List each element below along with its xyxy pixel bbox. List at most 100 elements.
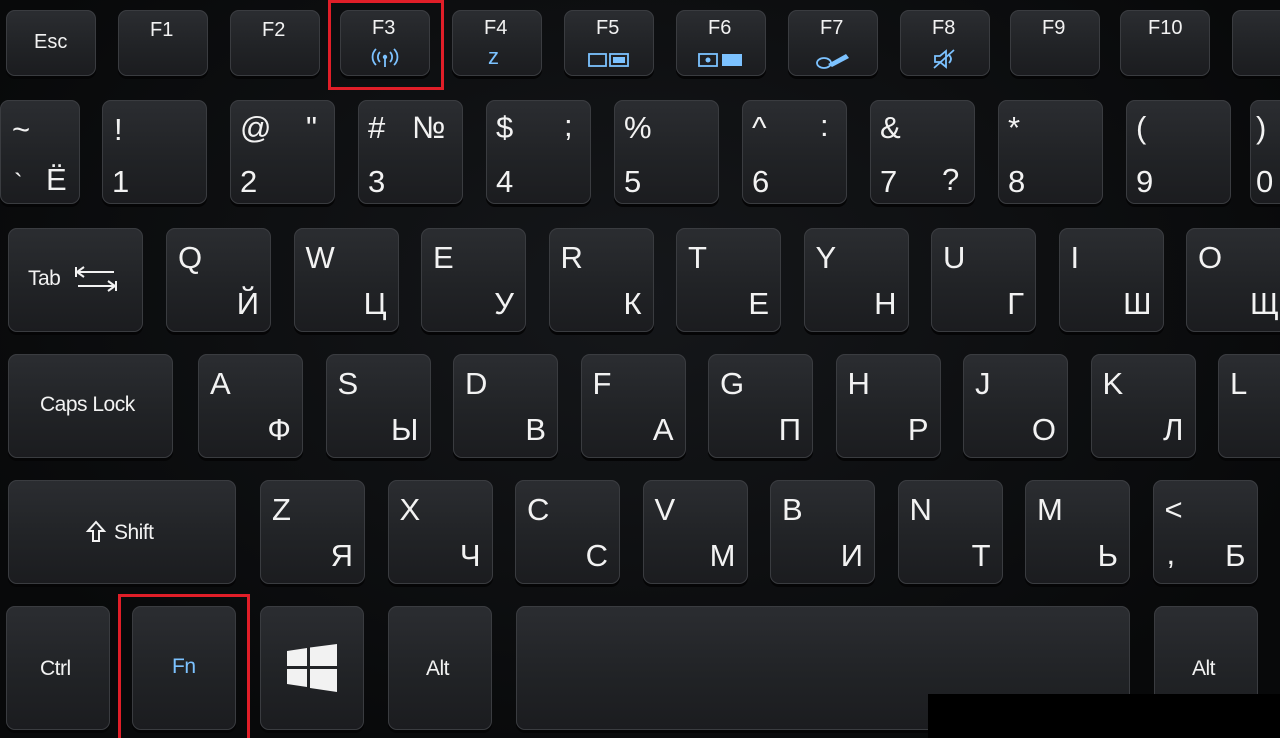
laptop-keyboard: Esc F1 F2 F3 F4 z F5 F6 F7 F8 F9 F10 ~ `…: [0, 0, 1280, 738]
latin-legend: Q: [178, 240, 203, 275]
latin-legend: O: [1198, 240, 1223, 275]
key-f10[interactable]: F10: [1120, 10, 1210, 76]
key-bottom-6[interactable]: MЬ: [1025, 480, 1130, 584]
key-qwerty-4[interactable]: TЕ: [676, 228, 781, 332]
key-esc[interactable]: Esc: [6, 10, 96, 76]
key-qwerty-3[interactable]: RК: [548, 228, 654, 332]
cyrillic-legend: Ф: [267, 412, 291, 447]
latin-legend: X: [399, 492, 421, 527]
key-tab-label: Tab: [28, 267, 61, 290]
latin-legend: E: [433, 240, 454, 275]
key-f9[interactable]: F9: [1010, 10, 1100, 76]
legend-semicolon: ;: [564, 108, 573, 143]
key-home-6[interactable]: JО: [963, 354, 1068, 458]
key-f2-label: F2: [262, 19, 286, 41]
key-home-3[interactable]: FА: [580, 354, 686, 458]
key-esc-label: Esc: [34, 31, 68, 53]
key-0[interactable]: ) 0: [1250, 100, 1280, 204]
screen-off-icon: [698, 53, 742, 67]
key-tab[interactable]: Tab: [8, 228, 143, 332]
cyrillic-legend: В: [525, 412, 546, 447]
key-bottom-4[interactable]: BИ: [770, 480, 875, 584]
latin-legend: A: [210, 366, 231, 401]
legend-exclam: !: [114, 112, 123, 147]
key-8[interactable]: * 8: [998, 100, 1103, 204]
key-f6[interactable]: F6: [676, 10, 766, 76]
key-alt-left-label: Alt: [426, 657, 450, 680]
key-shift-label: Shift: [114, 521, 154, 544]
speaker-mute-icon: [933, 49, 955, 69]
key-bottom-5[interactable]: NТ: [897, 480, 1003, 584]
cyrillic-legend: У: [494, 286, 514, 321]
key-qwerty-8[interactable]: OЩ: [1186, 228, 1280, 332]
key-bottom-1[interactable]: XЧ: [387, 480, 493, 584]
key-home-7[interactable]: KЛ: [1090, 354, 1196, 458]
highlight-box-fn: [118, 594, 250, 738]
legend-yo: Ё: [46, 162, 67, 197]
latin-legend: C: [527, 492, 550, 527]
key-6[interactable]: ^ : 6: [742, 100, 847, 204]
key-qwerty-7[interactable]: IШ: [1058, 228, 1164, 332]
key-f7[interactable]: F7: [788, 10, 878, 76]
display-switch-icon: [588, 53, 629, 67]
key-qwerty-0[interactable]: QЙ: [166, 228, 271, 332]
key-7[interactable]: & 7 ?: [870, 100, 975, 204]
key-f10-label: F10: [1148, 17, 1183, 39]
key-shift-left[interactable]: Shift: [8, 480, 236, 584]
black-overlay-patch: [928, 694, 1280, 738]
legend-asterisk: *: [1008, 110, 1021, 145]
key-f4[interactable]: F4 z: [452, 10, 542, 76]
latin-legend: Z: [272, 492, 291, 527]
key-tilde[interactable]: ~ ` Ё: [0, 100, 80, 204]
key-caps-lock[interactable]: Caps Lock: [8, 354, 173, 458]
key-f11[interactable]: [1232, 10, 1280, 76]
cyrillic-legend: Щ: [1249, 286, 1279, 321]
key-bottom-2[interactable]: CС: [515, 480, 620, 584]
key-alt-left[interactable]: Alt: [388, 606, 492, 730]
key-qwerty-1[interactable]: WЦ: [293, 228, 399, 332]
key-ctrl[interactable]: Ctrl: [6, 606, 110, 730]
legend-hash: #: [368, 110, 386, 145]
key-home-4[interactable]: GП: [708, 354, 813, 458]
key-home-1[interactable]: SЫ: [325, 354, 431, 458]
key-qwerty-5[interactable]: YН: [803, 228, 909, 332]
key-home-5[interactable]: HР: [835, 354, 941, 458]
touchpad-toggle-icon: [816, 54, 849, 69]
legend-ampersand: &: [880, 110, 901, 145]
cyrillic-legend: Ы: [391, 412, 419, 447]
key-windows[interactable]: [260, 606, 364, 730]
key-home-2[interactable]: DВ: [453, 354, 558, 458]
latin-legend: D: [465, 366, 488, 401]
key-alt-right-label: Alt: [1192, 657, 1216, 680]
extra-legend: ,: [1166, 536, 1176, 571]
legend-7: 7: [880, 164, 898, 199]
key-4[interactable]: $ ; 4: [486, 100, 591, 204]
key-qwerty-2[interactable]: EУ: [421, 228, 526, 332]
key-3[interactable]: # № 3: [358, 100, 463, 204]
cyrillic-legend: Л: [1163, 412, 1184, 447]
key-5[interactable]: % 5: [614, 100, 719, 204]
key-bottom-0[interactable]: ZЯ: [260, 480, 365, 584]
key-9[interactable]: ( 9: [1126, 100, 1231, 204]
key-f5[interactable]: F5: [564, 10, 654, 76]
latin-legend: Y: [815, 240, 837, 275]
latin-legend: U: [943, 240, 966, 275]
sleep-icon: z: [488, 44, 499, 69]
legend-percent: %: [624, 110, 652, 145]
legend-8: 8: [1008, 164, 1026, 199]
key-1[interactable]: ! 1: [102, 100, 207, 204]
key-home-8[interactable]: L: [1218, 354, 1280, 458]
key-bottom-3[interactable]: VМ: [642, 480, 748, 584]
key-bottom-7[interactable]: < Б,: [1152, 480, 1258, 584]
legend-colon: :: [820, 108, 829, 143]
key-2[interactable]: @ " 2: [230, 100, 335, 204]
key-f1[interactable]: F1: [118, 10, 208, 76]
latin-legend: I: [1070, 240, 1080, 275]
key-home-0[interactable]: AФ: [198, 354, 303, 458]
key-f8-label: F8: [932, 17, 956, 39]
latin-legend: S: [337, 366, 359, 401]
key-f8[interactable]: F8: [900, 10, 990, 76]
key-f2[interactable]: F2: [230, 10, 320, 76]
key-qwerty-6[interactable]: UГ: [931, 228, 1036, 332]
cyrillic-legend: С: [585, 538, 608, 573]
